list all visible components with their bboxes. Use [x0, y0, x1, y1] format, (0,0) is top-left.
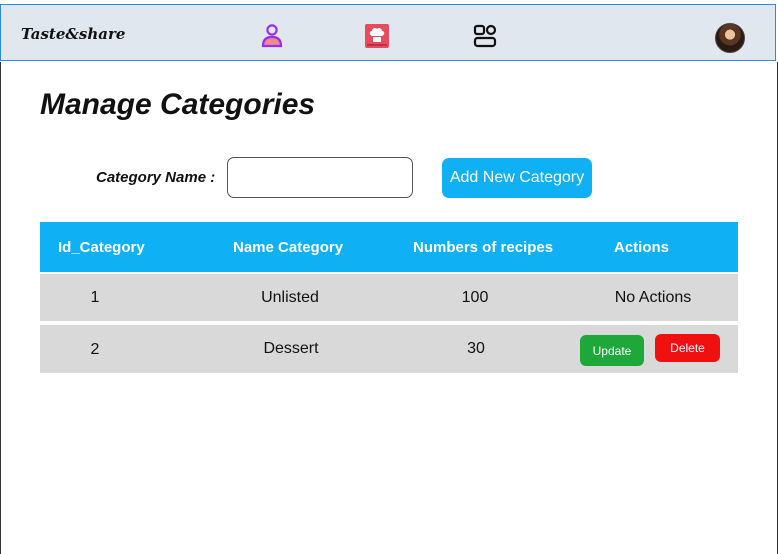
- cell-name: Dessert: [263, 340, 319, 357]
- cell-name: Unlisted: [261, 288, 319, 306]
- avatar[interactable]: [715, 23, 745, 53]
- table-header: Id_Category Name Category Numbers of rec…: [40, 222, 738, 272]
- header-id: Id_Category: [58, 238, 145, 256]
- window-border-left: [0, 62, 1, 554]
- header-recipes: Numbers of recipes: [413, 238, 554, 256]
- delete-button[interactable]: Delete: [655, 334, 720, 362]
- category-settings-icon[interactable]: [472, 23, 498, 49]
- top-navbar: Taste&share: [0, 4, 776, 61]
- category-name-label: Category Name :: [96, 169, 216, 186]
- cell-recipes: 100: [461, 288, 489, 306]
- update-button[interactable]: Update: [580, 335, 644, 366]
- header-name: Name Category: [233, 238, 344, 256]
- cell-id: 1: [90, 288, 100, 306]
- page-title: Manage Categories: [40, 88, 316, 121]
- table-row: 2 Dessert 30 Update Delete: [40, 325, 738, 373]
- add-category-button[interactable]: Add New Category: [442, 158, 592, 198]
- header-actions: Actions: [614, 238, 670, 256]
- cell-recipes: 30: [467, 340, 485, 357]
- no-actions-text: No Actions: [614, 288, 692, 306]
- user-icon[interactable]: [259, 23, 285, 49]
- cell-id: 2: [90, 341, 100, 358]
- category-name-input[interactable]: [227, 157, 413, 198]
- brand-logo[interactable]: Taste&share: [21, 25, 125, 43]
- table-row: 1 Unlisted 100 No Actions: [40, 274, 738, 321]
- chef-hat-icon[interactable]: [364, 23, 390, 49]
- categories-table: Id_Category Name Category Numbers of rec…: [40, 222, 738, 373]
